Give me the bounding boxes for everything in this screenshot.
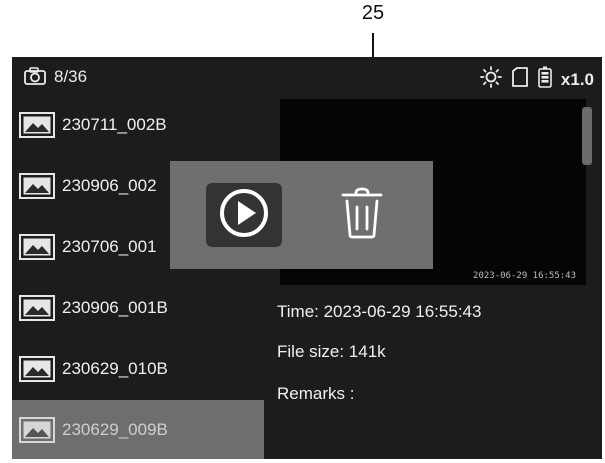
image-file-icon — [19, 417, 55, 448]
battery-icon — [538, 66, 552, 93]
zoom-level: x1.0 — [560, 69, 594, 89]
play-icon — [218, 187, 270, 244]
file-item[interactable]: 230629_010B — [12, 339, 264, 399]
file-size: File size: 141k — [277, 342, 386, 361]
trash-icon — [340, 187, 384, 244]
preview-timestamp: 2023-06-29 16:55:43 — [473, 271, 576, 281]
file-time: Time: 2023-06-29 16:55:43 — [277, 302, 482, 321]
file-item-selected[interactable]: 230629_009B — [12, 400, 264, 459]
file-name: 230906_001B — [62, 298, 168, 317]
image-file-icon — [19, 173, 55, 204]
action-popup — [170, 161, 433, 269]
file-name: 230711_002B — [62, 115, 167, 134]
status-bar: 8/36 x1.0 — [12, 57, 602, 95]
play-button[interactable] — [206, 183, 282, 247]
file-name: 230906_002 — [62, 176, 157, 195]
image-file-icon — [19, 295, 55, 326]
photo-count: 8/36 — [54, 67, 88, 86]
image-file-icon — [19, 234, 55, 265]
file-name: 230629_010B — [62, 359, 168, 378]
status-icons: x1.0 — [480, 66, 594, 93]
file-name: 230706_001 — [62, 237, 157, 256]
file-remarks: Remarks : — [277, 384, 355, 403]
sd-card-icon — [511, 67, 529, 92]
camera-icon — [24, 67, 46, 90]
file-item[interactable]: 230711_002B — [12, 95, 264, 155]
delete-button[interactable] — [324, 183, 400, 247]
file-name: 230629_009B — [62, 420, 168, 439]
file-list: 230711_002B 230906_002 230706_001 230906… — [12, 95, 264, 459]
callout-number: 25 — [361, 2, 385, 24]
device-screen: 8/36 x1.0 230711_002B 230906_002 230706_… — [12, 57, 602, 459]
scrollbar-thumb[interactable] — [582, 107, 592, 165]
image-file-icon — [19, 112, 55, 143]
file-item[interactable]: 230906_001B — [12, 278, 264, 338]
image-file-icon — [19, 356, 55, 387]
brightness-icon — [480, 66, 502, 93]
